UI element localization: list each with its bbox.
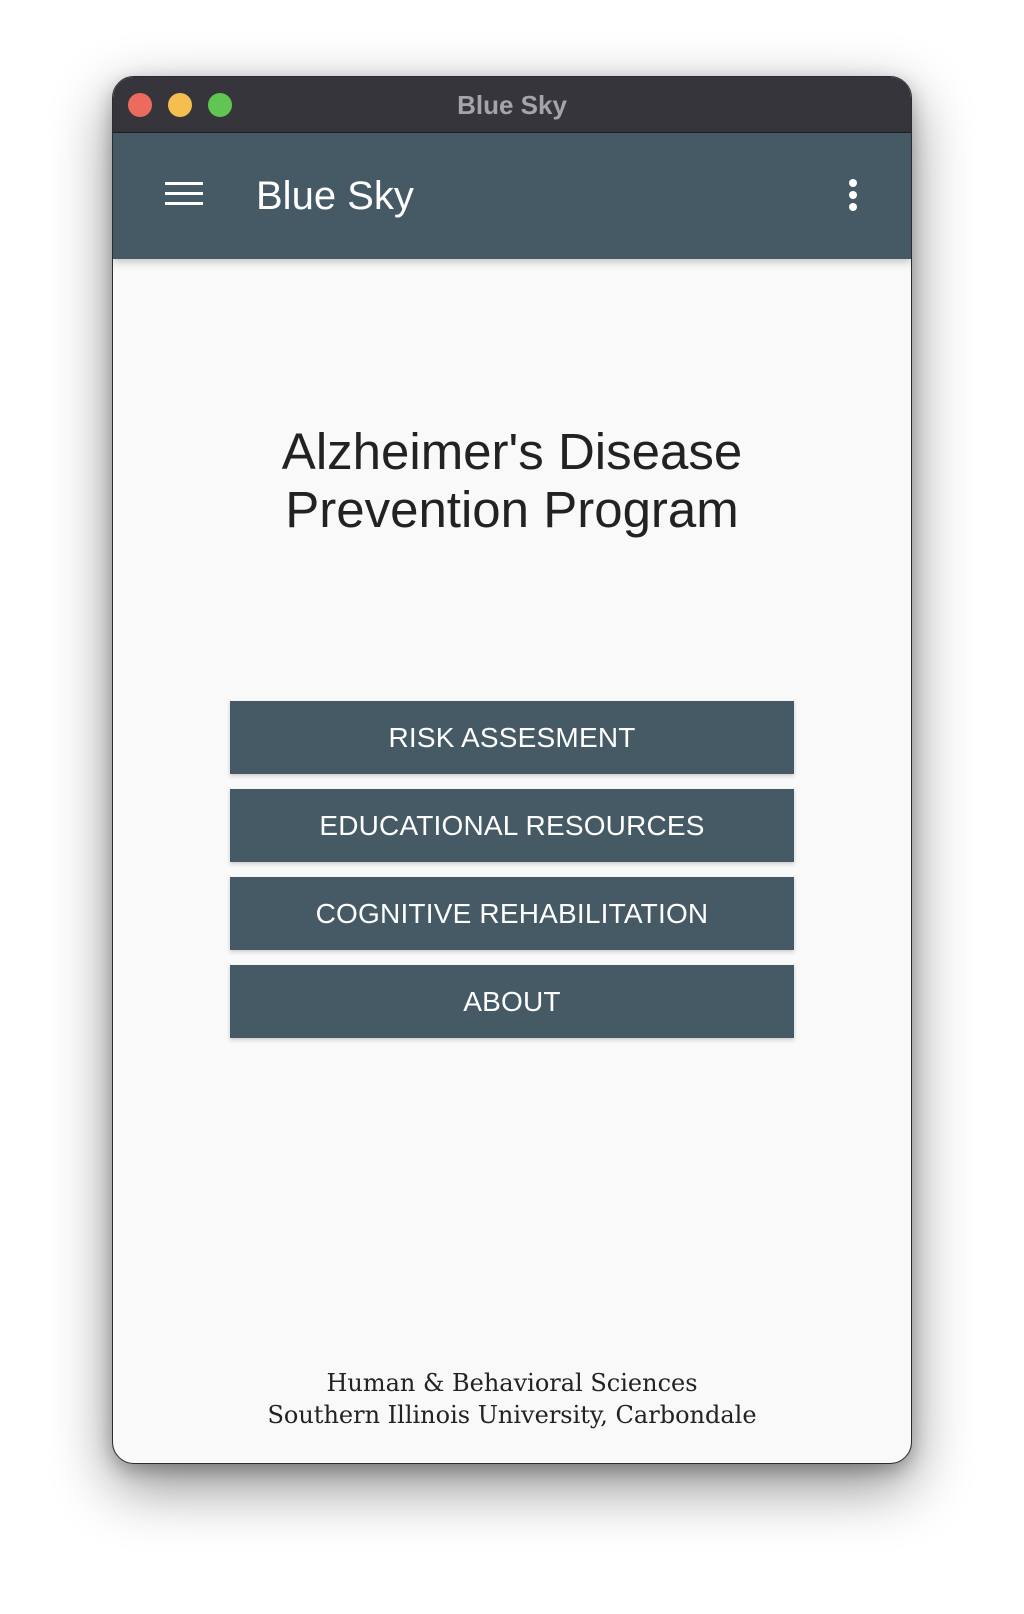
risk-assessment-button[interactable]: RISK ASSESMENT bbox=[230, 701, 794, 774]
app-window: Blue Sky Blue Sky Alzheimer's Disease Pr… bbox=[112, 76, 912, 1464]
window-title: Blue Sky bbox=[457, 90, 567, 120]
footer-department: Human & Behavioral Sciences bbox=[326, 1369, 698, 1397]
footer-university: Southern Illinois University, Carbondale bbox=[267, 1401, 757, 1429]
page-title-line-1: Alzheimer's Disease bbox=[281, 423, 743, 480]
window-titlebar[interactable]: Blue Sky bbox=[113, 77, 911, 133]
app-bar: Blue Sky bbox=[113, 133, 911, 259]
page-title-line-2: Prevention Program bbox=[285, 481, 739, 538]
educational-resources-button[interactable]: EDUCATIONAL RESOURCES bbox=[230, 789, 794, 862]
cognitive-rehabilitation-button[interactable]: COGNITIVE REHABILITATION bbox=[230, 877, 794, 950]
page-title: Alzheimer's Disease Prevention Program bbox=[113, 423, 911, 539]
app-bar-title: Blue Sky bbox=[256, 174, 414, 218]
footer: Human & Behavioral Sciences Southern Ill… bbox=[113, 1367, 911, 1431]
more-vertical-icon[interactable] bbox=[847, 177, 859, 213]
hamburger-menu-icon[interactable] bbox=[165, 180, 203, 208]
about-button[interactable]: ABOUT bbox=[230, 965, 794, 1038]
